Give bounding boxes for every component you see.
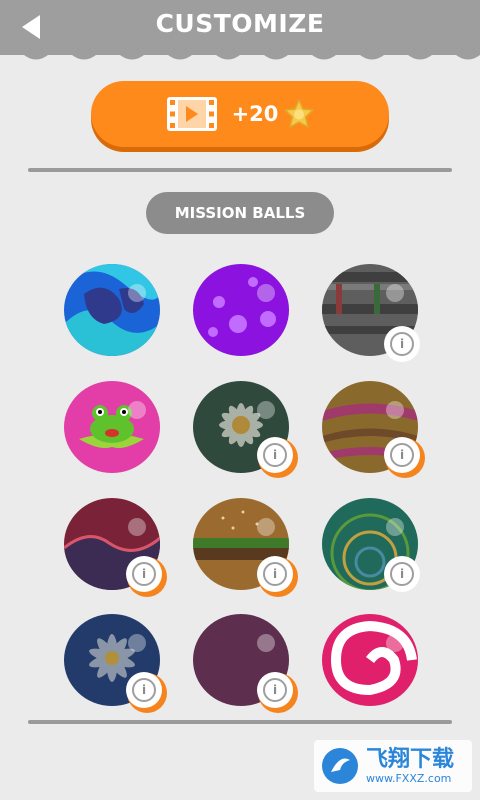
info-icon: i (132, 678, 156, 702)
blue-swirl-ball[interactable] (64, 264, 160, 356)
bottom-divider (28, 720, 452, 724)
info-icon: i (263, 678, 287, 702)
reward-amount: +20 (231, 102, 279, 126)
candy-swirl-ball[interactable] (322, 614, 418, 706)
locked-badge: i (384, 437, 420, 473)
page-title: CUSTOMIZE (155, 9, 325, 38)
frog-ball[interactable] (64, 381, 160, 473)
info-icon: i (263, 562, 287, 586)
locked-badge: i (384, 326, 420, 362)
purple-spotted-ball[interactable] (193, 264, 289, 356)
locked-badge: i (257, 556, 293, 592)
watermark-url: www.FXXZ.com (366, 771, 452, 785)
top-divider (28, 168, 452, 172)
info-icon: i (390, 562, 414, 586)
watermark-logo-icon (322, 748, 358, 784)
info-icon: i (263, 443, 287, 467)
header-wave-edge (0, 46, 480, 60)
locked-badge: i (257, 437, 293, 473)
section-label: MISSION BALLS (146, 192, 334, 234)
info-icon: i (132, 562, 156, 586)
locked-badge: i (257, 672, 293, 708)
star-icon (284, 99, 315, 128)
watermark: 飞翔下载 www.FXXZ.com (314, 740, 472, 792)
watermark-brand: 飞翔下载 (366, 746, 455, 772)
locked-badge: i (126, 556, 162, 592)
info-icon: i (390, 443, 414, 467)
locked-badge: i (384, 556, 420, 592)
info-icon: i (390, 332, 414, 356)
locked-badge: i (126, 672, 162, 708)
video-film-icon (166, 97, 217, 131)
watch-video-reward-button[interactable]: +20 (91, 81, 389, 147)
